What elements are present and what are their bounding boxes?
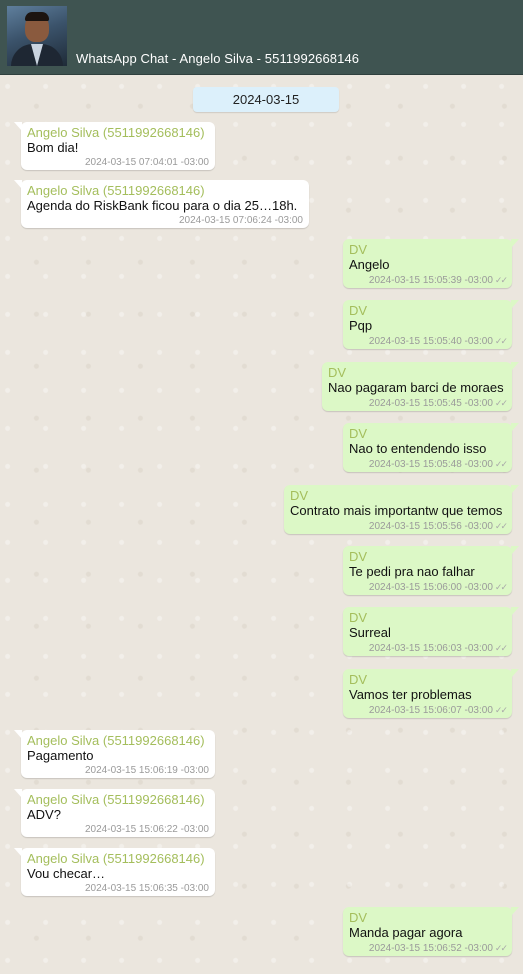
- message-timestamp: 2024-03-15 15:05:39 -03:00 ✓✓: [368, 275, 508, 286]
- message-outgoing[interactable]: DV Pqp 2024-03-15 15:05:40 -03:00 ✓✓: [343, 300, 519, 349]
- double-check-icon: ✓✓: [494, 582, 508, 592]
- message-outgoing[interactable]: DV Manda pagar agora 2024-03-15 15:06:52…: [343, 907, 519, 956]
- message-timestamp: 2024-03-15 15:06:03 -03:00 ✓✓: [368, 643, 508, 654]
- message-incoming[interactable]: Angelo Silva (5511992668146) Bom dia! 20…: [14, 122, 215, 170]
- message-incoming[interactable]: Angelo Silva (5511992668146) Pagamento 2…: [14, 730, 215, 778]
- message-text: Nao pagaram barci de moraes: [328, 380, 504, 395]
- double-check-icon: ✓✓: [494, 643, 508, 653]
- message-text: Surreal: [349, 625, 391, 640]
- message-text: Vou checar…: [27, 866, 106, 881]
- double-check-icon: ✓✓: [494, 398, 508, 408]
- message-timestamp: 2024-03-15 15:05:40 -03:00 ✓✓: [368, 336, 508, 347]
- message-timestamp: 2024-03-15 15:06:19 -03:00: [85, 765, 209, 776]
- message-text: Angelo: [349, 257, 390, 272]
- message-sender: DV: [349, 242, 368, 257]
- message-outgoing[interactable]: DV Te pedi pra nao falhar 2024-03-15 15:…: [343, 546, 519, 595]
- message-outgoing[interactable]: DV Vamos ter problemas 2024-03-15 15:06:…: [343, 669, 519, 718]
- message-timestamp: 2024-03-15 15:06:07 -03:00 ✓✓: [368, 705, 508, 716]
- message-incoming[interactable]: Angelo Silva (5511992668146) Agenda do R…: [14, 180, 309, 228]
- message-sender: DV: [349, 303, 368, 318]
- message-text: Vamos ter problemas: [349, 687, 472, 702]
- message-text: Agenda do RiskBank ficou para o dia 25…1…: [27, 198, 298, 213]
- message-sender: Angelo Silva (5511992668146): [27, 792, 205, 807]
- message-sender: DV: [349, 426, 368, 441]
- message-text: Manda pagar agora: [349, 925, 463, 940]
- avatar-hair-shape: [25, 12, 49, 21]
- message-outgoing[interactable]: DV Nao pagaram barci de moraes 2024-03-1…: [322, 362, 519, 411]
- message-timestamp: 2024-03-15 15:06:35 -03:00: [85, 883, 209, 894]
- message-sender: DV: [328, 365, 347, 380]
- message-sender: DV: [349, 910, 368, 925]
- message-timestamp: 2024-03-15 15:05:56 -03:00 ✓✓: [368, 521, 508, 532]
- message-text: Pqp: [349, 318, 373, 333]
- message-text: Te pedi pra nao falhar: [349, 564, 475, 579]
- message-sender: DV: [349, 610, 368, 625]
- message-sender: Angelo Silva (5511992668146): [27, 183, 205, 198]
- contact-avatar[interactable]: [7, 6, 67, 66]
- message-incoming[interactable]: Angelo Silva (5511992668146) Vou checar……: [14, 848, 215, 896]
- message-text: ADV?: [27, 807, 61, 822]
- message-timestamp: 2024-03-15 15:05:45 -03:00 ✓✓: [368, 398, 508, 409]
- message-sender: DV: [349, 549, 368, 564]
- double-check-icon: ✓✓: [494, 275, 508, 285]
- message-sender: DV: [290, 488, 309, 503]
- message-sender: Angelo Silva (5511992668146): [27, 125, 205, 140]
- message-timestamp: 2024-03-15 07:04:01 -03:00: [85, 157, 209, 168]
- chat-header: WhatsApp Chat - Angelo Silva - 551199266…: [0, 0, 523, 75]
- message-outgoing[interactable]: DV Contrato mais importantw que temos 20…: [284, 485, 519, 534]
- message-sender: Angelo Silva (5511992668146): [27, 851, 205, 866]
- double-check-icon: ✓✓: [494, 336, 508, 346]
- message-timestamp: 2024-03-15 15:05:48 -03:00 ✓✓: [368, 459, 508, 470]
- double-check-icon: ✓✓: [494, 943, 508, 953]
- message-outgoing[interactable]: DV Surreal 2024-03-15 15:06:03 -03:00 ✓✓: [343, 607, 519, 656]
- date-separator: 2024-03-15: [193, 87, 339, 112]
- chat-area[interactable]: 2024-03-15 Angelo Silva (5511992668146) …: [0, 75, 523, 974]
- message-text: Bom dia!: [27, 140, 79, 155]
- message-sender: Angelo Silva (5511992668146): [27, 733, 205, 748]
- double-check-icon: ✓✓: [494, 521, 508, 531]
- message-timestamp: 2024-03-15 07:06:24 -03:00: [179, 215, 303, 226]
- message-timestamp: 2024-03-15 15:06:00 -03:00 ✓✓: [368, 582, 508, 593]
- message-timestamp: 2024-03-15 15:06:52 -03:00 ✓✓: [368, 943, 508, 954]
- message-outgoing[interactable]: DV Angelo 2024-03-15 15:05:39 -03:00 ✓✓: [343, 239, 519, 288]
- message-text: Nao to entendendo isso: [349, 441, 487, 456]
- message-timestamp: 2024-03-15 15:06:22 -03:00: [85, 824, 209, 835]
- message-sender: DV: [349, 672, 368, 687]
- chat-title: WhatsApp Chat - Angelo Silva - 551199266…: [76, 51, 360, 66]
- message-text: Contrato mais importantw que temos: [290, 503, 503, 518]
- double-check-icon: ✓✓: [494, 705, 508, 715]
- message-text: Pagamento: [27, 748, 94, 763]
- message-outgoing[interactable]: DV Nao to entendendo isso 2024-03-15 15:…: [343, 423, 519, 472]
- double-check-icon: ✓✓: [494, 459, 508, 469]
- message-incoming[interactable]: Angelo Silva (5511992668146) ADV? 2024-0…: [14, 789, 215, 837]
